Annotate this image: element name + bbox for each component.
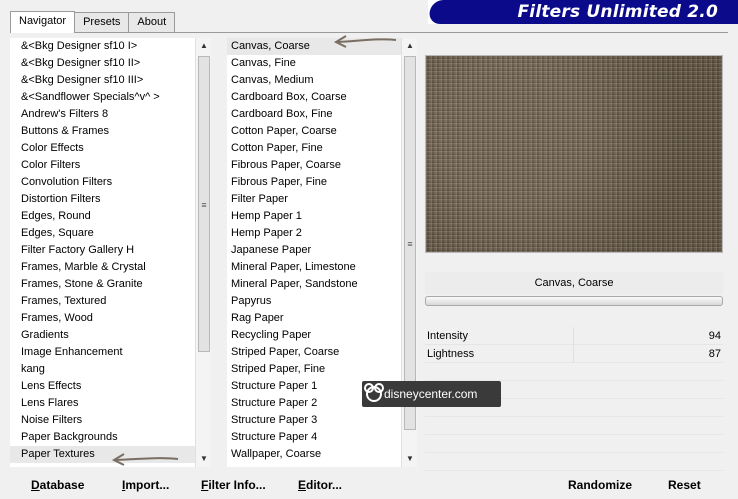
filter-item[interactable]: Fibrous Paper, Fine xyxy=(227,174,401,191)
filter-item[interactable]: Cotton Paper, Fine xyxy=(227,140,401,157)
category-item[interactable]: Frames, Wood xyxy=(10,310,195,327)
filter-item[interactable]: Striped Paper, Fine xyxy=(227,361,401,378)
watermark-text: disneycenter.com xyxy=(384,387,478,401)
filter-item[interactable]: Recycling Paper xyxy=(227,327,401,344)
category-item[interactable]: Color Effects xyxy=(10,140,195,157)
annotation-arrow-icon xyxy=(333,35,397,48)
category-item[interactable]: Edges, Square xyxy=(10,225,195,242)
import-button[interactable]: Import... xyxy=(122,478,169,492)
editor-button[interactable]: Editor... xyxy=(298,478,342,492)
category-list[interactable]: &<Bkg Designer sf10 I> &<Bkg Designer sf1… xyxy=(10,38,195,467)
param-divider xyxy=(573,345,574,363)
param-value: 87 xyxy=(708,348,721,360)
filter-progress-bar xyxy=(425,296,723,306)
category-scrollbar[interactable]: ▲ ≡ ▼ xyxy=(195,38,211,467)
texture-preview xyxy=(425,55,723,253)
param-lightness[interactable]: Lightness 87 xyxy=(425,345,723,363)
category-item[interactable]: &<Sandflower Specials^v^ > xyxy=(10,89,195,106)
category-item[interactable]: Frames, Textured xyxy=(10,293,195,310)
param-label: Lightness xyxy=(427,348,475,360)
filter-info-button[interactable]: Filter Info... xyxy=(201,478,266,492)
tab-navigator[interactable]: Navigator xyxy=(10,11,76,33)
filter-item[interactable]: Cardboard Box, Coarse xyxy=(227,89,401,106)
filter-item[interactable]: Hemp Paper 1 xyxy=(227,208,401,225)
filter-item[interactable]: Structure Paper 3 xyxy=(227,412,401,429)
banner-title: Filters Unlimited 2.0 xyxy=(517,2,718,22)
category-item[interactable]: &<Bkg Designer sf10 III> xyxy=(10,72,195,89)
reset-button[interactable]: Reset xyxy=(668,478,701,492)
category-item[interactable]: Gradients xyxy=(10,327,195,344)
filter-item[interactable]: Striped Paper, Coarse xyxy=(227,344,401,361)
category-item[interactable]: &<Bkg Designer sf10 I> xyxy=(10,38,195,55)
randomize-button[interactable]: Randomize xyxy=(568,478,632,492)
category-item[interactable]: kang xyxy=(10,361,195,378)
mouse-ears-icon xyxy=(364,383,384,402)
category-item[interactable]: &<Bkg Designer sf10 II> xyxy=(10,55,195,72)
filter-item[interactable]: Rag Paper xyxy=(227,310,401,327)
annotation-arrow-icon xyxy=(111,453,179,466)
category-item[interactable]: Noise Filters xyxy=(10,412,195,429)
category-item[interactable]: Lens Flares xyxy=(10,395,195,412)
filter-item[interactable]: Wallpaper, Coarse xyxy=(227,446,401,463)
filter-item[interactable]: Mineral Paper, Sandstone xyxy=(227,276,401,293)
watermark: disneycenter.com xyxy=(362,381,501,407)
param-empty-row xyxy=(425,417,723,435)
category-item[interactable]: Lens Effects xyxy=(10,378,195,395)
filter-item[interactable]: Papyrus xyxy=(227,293,401,310)
category-item[interactable]: Distortion Filters xyxy=(10,191,195,208)
current-filter-name: Canvas, Coarse xyxy=(425,272,723,294)
param-label: Intensity xyxy=(427,330,468,342)
category-item[interactable]: Andrew's Filters 8 xyxy=(10,106,195,123)
tab-presets[interactable]: Presets xyxy=(74,12,130,32)
filter-item[interactable]: Canvas, Medium xyxy=(227,72,401,89)
param-value: 94 xyxy=(708,330,721,342)
filter-item[interactable]: Mineral Paper, Limestone xyxy=(227,259,401,276)
filter-item[interactable]: Filter Paper xyxy=(227,191,401,208)
category-item[interactable]: Edges, Round xyxy=(10,208,195,225)
filter-item[interactable]: Cotton Paper, Coarse xyxy=(227,123,401,140)
param-empty-row xyxy=(425,435,723,453)
filter-item[interactable]: Canvas, Fine xyxy=(227,55,401,72)
category-scroll-thumb[interactable]: ≡ xyxy=(198,56,210,352)
filter-item[interactable]: Hemp Paper 2 xyxy=(227,225,401,242)
scroll-up-icon[interactable]: ▲ xyxy=(402,38,418,54)
param-empty-row xyxy=(425,453,723,471)
param-divider xyxy=(573,327,574,345)
category-item[interactable]: Convolution Filters xyxy=(10,174,195,191)
tab-about[interactable]: About xyxy=(128,12,176,32)
scroll-down-icon[interactable]: ▼ xyxy=(196,451,212,467)
param-empty-row xyxy=(425,363,723,381)
filter-item[interactable]: Structure Paper 4 xyxy=(227,429,401,446)
param-intensity[interactable]: Intensity 94 xyxy=(425,327,723,345)
scroll-up-icon[interactable]: ▲ xyxy=(196,38,212,54)
category-item[interactable]: Color Filters xyxy=(10,157,195,174)
category-item[interactable]: Frames, Stone & Granite xyxy=(10,276,195,293)
filter-item[interactable]: Japanese Paper xyxy=(227,242,401,259)
scroll-down-icon[interactable]: ▼ xyxy=(402,451,418,467)
category-item[interactable]: Frames, Marble & Crystal xyxy=(10,259,195,276)
category-item[interactable]: Image Enhancement xyxy=(10,344,195,361)
title-banner: Filters Unlimited 2.0 xyxy=(428,0,738,24)
category-item[interactable]: Paper Backgrounds xyxy=(10,429,195,446)
filter-item[interactable]: Cardboard Box, Fine xyxy=(227,106,401,123)
database-button[interactable]: Database xyxy=(31,478,84,492)
tab-strip: Navigator Presets About xyxy=(10,11,176,33)
filter-scroll-thumb[interactable]: ≡ xyxy=(404,56,416,430)
category-item[interactable]: Filter Factory Gallery H xyxy=(10,242,195,259)
bottom-toolbar: Database Import... Filter Info... Editor… xyxy=(0,470,738,499)
category-item[interactable]: Buttons & Frames xyxy=(10,123,195,140)
filter-item[interactable]: Fibrous Paper, Coarse xyxy=(227,157,401,174)
